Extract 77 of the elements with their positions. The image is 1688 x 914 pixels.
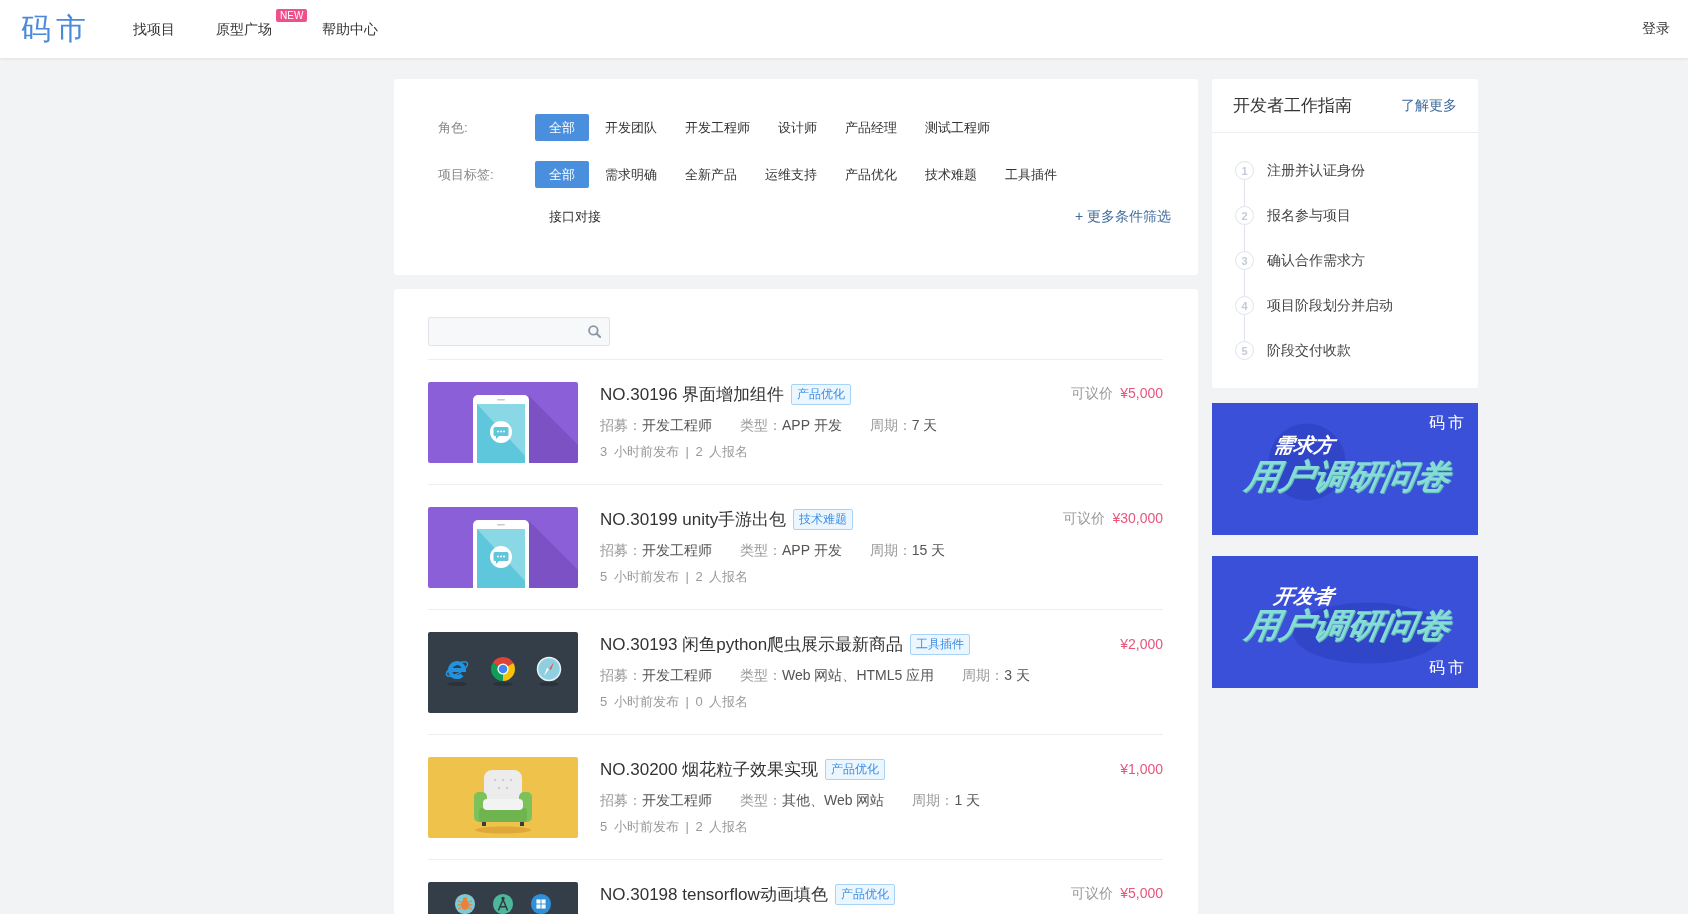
filter-option[interactable]: 产品优化 <box>831 161 911 188</box>
compass-icon <box>536 655 562 686</box>
promo-banner[interactable]: 码市 需求方 用户调研问卷 <box>1212 403 1478 535</box>
promo-banner[interactable]: 码市 开发者 用户调研问卷 <box>1212 556 1478 688</box>
filter-option[interactable]: 产品经理 <box>831 114 911 141</box>
step-label: 报名参与项目 <box>1267 206 1351 225</box>
project-stats: 5 小时前发布 | 2 人报名 <box>600 568 749 586</box>
project-meta: 类型：APP 开发 <box>740 541 842 560</box>
project-meta: 周期：1 天 <box>912 791 981 810</box>
site-logo[interactable]: 码市 <box>21 11 91 47</box>
project-title[interactable]: NO.30200 烟花粒子效果实现 <box>600 757 819 781</box>
price-note: 可议价 <box>1071 885 1114 903</box>
project-meta: 类型：其他、Web 网站 <box>740 791 885 810</box>
project-tag: 工具插件 <box>910 633 971 655</box>
project-tag: 产品优化 <box>791 383 852 405</box>
banner-tag: 需求方 <box>1272 433 1336 457</box>
project-meta: 招募：开发工程师 <box>600 791 712 810</box>
project-price: ¥1,000 <box>1120 761 1163 777</box>
filter-option[interactable]: 全新产品 <box>671 161 751 188</box>
banner-brand: 码市 <box>1429 413 1467 433</box>
project-meta: 周期：7 天 <box>869 416 938 435</box>
four-squares-icon <box>530 893 552 914</box>
armchair-drawing <box>471 767 535 834</box>
project-meta: 周期：3 天 <box>962 666 1030 685</box>
new-badge: NEW <box>276 9 308 22</box>
filter-label: 项目标签: <box>438 166 495 184</box>
login-link[interactable]: 登录 <box>1642 20 1670 38</box>
learn-more-link[interactable]: 了解更多 <box>1401 96 1457 115</box>
guide-title: 开发者工作指南 <box>1233 95 1352 117</box>
project-stats: 5 小时前发布 | 2 人报名 <box>600 818 749 836</box>
bug-icon <box>454 893 476 914</box>
filter-option[interactable]: 开发团队 <box>591 114 671 141</box>
step-label: 阶段交付收款 <box>1267 341 1351 360</box>
banner-brand: 码市 <box>1429 658 1467 678</box>
project-meta: 招募：开发工程师 <box>600 416 712 435</box>
price-note: 可议价 <box>1071 385 1114 403</box>
nav-link[interactable]: 原型广场 <box>216 19 272 39</box>
project-meta: 周期：15 天 <box>869 541 946 560</box>
project-price: ¥2,000 <box>1120 636 1163 652</box>
project-price: ¥5,000 <box>1120 385 1163 403</box>
project-meta: 招募：开发工程师 <box>600 541 712 560</box>
project-meta: 类型：Web 网站、HTML5 应用 <box>740 666 935 685</box>
step-label: 项目阶段划分并启动 <box>1267 296 1393 315</box>
filter-option[interactable]: 测试工程师 <box>911 114 1004 141</box>
filter-option[interactable]: 开发工程师 <box>671 114 764 141</box>
filter-option[interactable]: 设计师 <box>764 114 831 141</box>
step-label: 注册并认证身份 <box>1267 161 1365 180</box>
price-note: 可议价 <box>1063 510 1106 528</box>
more-filters-link[interactable]: + 更多条件筛选 <box>1074 203 1171 230</box>
filter-option[interactable]: 运维支持 <box>751 161 831 188</box>
filter-label: 角色: <box>438 119 469 137</box>
search-field[interactable] <box>428 317 610 346</box>
banner-tag: 开发者 <box>1272 584 1336 608</box>
project-title[interactable]: NO.30193 闲鱼python爬虫展示最新商品 <box>600 632 904 656</box>
project-title[interactable]: NO.30196 界面增加组件 <box>600 382 785 406</box>
step-label: 确认合作需求方 <box>1267 251 1365 270</box>
project-tag: 产品优化 <box>834 883 895 905</box>
nav-link[interactable]: 找项目 <box>133 19 175 39</box>
project-title[interactable]: NO.30199 unity手游出包 <box>600 507 787 531</box>
filter-option[interactable]: 技术难题 <box>911 161 991 188</box>
project-meta: 招募：开发工程师 <box>600 666 712 685</box>
project-meta: 类型：APP 开发 <box>740 416 842 435</box>
project-stats: 3 小时前发布 | 2 人报名 <box>600 443 749 461</box>
tricolor-ball-icon <box>490 655 516 686</box>
project-price: ¥30,000 <box>1112 510 1163 528</box>
search-icon <box>588 325 601 338</box>
filter-option[interactable]: 接口对接 <box>535 203 615 230</box>
project-tag: 产品优化 <box>825 758 886 780</box>
banner-title: 用户调研问卷 <box>1242 457 1454 495</box>
nav-link[interactable]: 帮助中心 <box>322 19 378 39</box>
project-title[interactable]: NO.30198 tensorflow动画填色 <box>600 882 828 906</box>
banner-title: 用户调研问卷 <box>1242 606 1454 644</box>
filter-option[interactable]: 工具插件 <box>991 161 1071 188</box>
filter-option[interactable]: 需求明确 <box>591 161 671 188</box>
project-price: ¥5,000 <box>1120 885 1163 903</box>
project-tag: 技术难题 <box>793 508 854 530</box>
project-stats: 5 小时前发布 | 0 人报名 <box>600 693 749 711</box>
